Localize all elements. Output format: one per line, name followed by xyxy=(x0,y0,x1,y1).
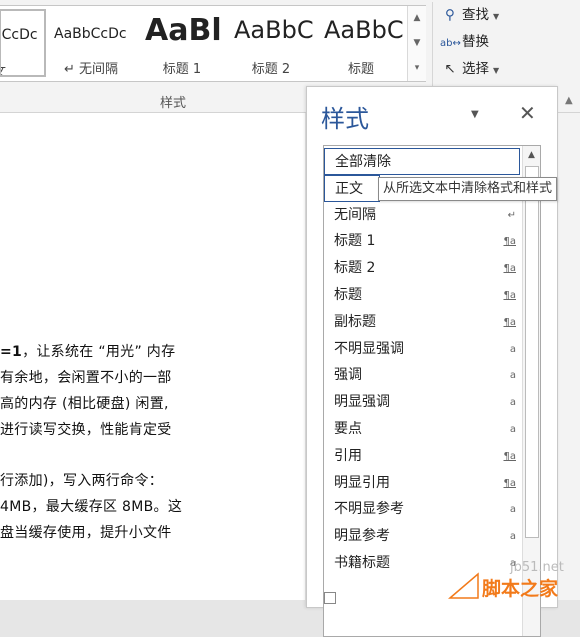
style-list: 全部清除正文无间隔 ↵ 标题 1 ¶a 标题 2 ¶a 标题 ¶a 副标题 ¶a 不明显强调 a 强调 a… xyxy=(323,145,541,637)
style-item-label: 标题 2 xyxy=(334,260,376,277)
style-item-label: 全部清除 xyxy=(335,154,391,170)
document-page[interactable]: =1，让系统在 “用光” 内存 有余地，会闲置不小的一部 高的内存 (相比硬盘)… xyxy=(0,113,305,600)
style-list-item[interactable]: 标题 1 ¶a xyxy=(324,228,520,255)
gallery-up-icon[interactable]: ▲ xyxy=(408,6,426,31)
style-gallery: AaBbCcDc 正文 AaBbCcDc ↵ 无间隔 AaBl 标题 1 AaB… xyxy=(0,5,426,82)
style-item-label: 不明显参考 xyxy=(334,501,404,518)
document-line: 有余地，会闲置不小的一部 xyxy=(0,370,172,386)
gallery-down-icon[interactable]: ▼ xyxy=(408,31,426,56)
document-line: 高的内存 (相比硬盘) 闲置, xyxy=(0,396,169,412)
chevron-down-icon: ▼ xyxy=(493,66,500,75)
style-type-icon: a xyxy=(509,424,516,435)
styles-group-label: 样式 xyxy=(160,96,187,111)
app-scrollbar[interactable] xyxy=(557,113,580,600)
style-type-icon: a xyxy=(509,397,516,409)
style-type-icon: ↵ xyxy=(507,209,516,221)
style-item-label: 无间隔 xyxy=(334,206,376,223)
style-list-item[interactable]: 无间隔 ↵ xyxy=(324,202,520,229)
gallery-style-heading-2[interactable]: AaBbC 标题 2 xyxy=(228,8,314,78)
style-name: 标题 2 xyxy=(251,62,291,77)
style-sample: AaBbCcDc xyxy=(1,27,38,43)
document-line: 进行读写交换，性能肯定受 xyxy=(0,422,172,438)
style-type-icon: ¶a xyxy=(503,263,517,275)
styles-pane: 样式 ▼ ✕ 全部清除正文无间隔 ↵ 标题 1 ¶a 标题 2 ¶a 标题 ¶a 副标题 ¶a 不明… xyxy=(306,86,558,637)
style-sample: AaBl xyxy=(145,13,222,48)
style-list-item[interactable]: 不明显参考 a xyxy=(324,496,520,523)
style-type-icon: ¶a xyxy=(503,236,517,248)
style-type-icon: a xyxy=(509,531,516,543)
watermark-text: 脚本之家 xyxy=(482,578,559,600)
style-list-item[interactable]: 明显参考 a xyxy=(324,523,520,550)
gallery-more-icon[interactable]: ▾ xyxy=(408,56,426,81)
style-item-label: 明显强调 xyxy=(334,394,390,411)
document-line: =1，让系统在 “用光” 内存 xyxy=(0,341,175,361)
style-sample: AaBbC xyxy=(234,16,314,44)
pane-title: 样式 xyxy=(321,105,369,133)
document-line: 盘当缓存使用，提升小文件 xyxy=(0,525,172,541)
chevron-down-icon: ▼ xyxy=(493,12,500,21)
cursor-icon: ↖ xyxy=(444,61,456,77)
style-list-item[interactable]: 要点 a xyxy=(324,416,520,443)
document-line: 4MB，最大缓存区 8MB。这 xyxy=(0,499,183,515)
style-item-label: 明显参考 xyxy=(334,528,390,545)
style-list-item[interactable]: 标题 ¶a xyxy=(324,282,520,309)
gallery-scrollbar: ▲ ▼ ▾ xyxy=(407,6,426,81)
gallery-style-title[interactable]: AaBbC 标题 xyxy=(318,8,404,78)
pane-options-icon[interactable]: ▼ xyxy=(471,109,479,120)
close-icon[interactable]: ✕ xyxy=(519,101,536,125)
style-item-label: 强调 xyxy=(334,367,362,384)
collapse-ribbon-icon[interactable]: ▲ xyxy=(565,95,573,106)
style-list-item[interactable]: 明显引用 ¶a xyxy=(324,470,520,497)
gallery-style-no-spacing[interactable]: AaBbCcDc ↵ 无间隔 xyxy=(48,8,134,78)
style-sample: AaBbC xyxy=(324,16,404,44)
scroll-thumb[interactable] xyxy=(525,166,539,538)
show-preview-checkbox[interactable] xyxy=(324,592,336,604)
style-name: 标题 xyxy=(347,62,374,77)
style-list-item[interactable]: 正文 xyxy=(324,174,380,202)
style-type-icon: ¶a xyxy=(503,477,517,489)
style-item-label: 要点 xyxy=(334,421,362,437)
style-list-item[interactable]: 全部清除 xyxy=(324,148,520,175)
style-list-item[interactable]: 明显强调 a xyxy=(324,389,520,416)
style-name: 正文 xyxy=(1,61,6,75)
scroll-up-icon[interactable]: ▲ xyxy=(523,146,540,164)
replace-icon: ab↔ xyxy=(440,38,461,49)
find-button[interactable]: ⚲ 查找 ▼ xyxy=(440,4,499,26)
replace-label: 替换 xyxy=(462,34,489,50)
style-item-label: 标题 xyxy=(334,287,362,303)
style-name: 标题 1 xyxy=(162,62,202,77)
style-item-label: 副标题 xyxy=(334,313,376,330)
tooltip: 从所选文本中清除格式和样式 xyxy=(378,177,558,201)
style-item-label: 引用 xyxy=(334,447,362,464)
style-list-item[interactable]: 引用 ¶a xyxy=(324,443,520,470)
select-label: 选择 xyxy=(462,61,489,77)
bold-prefix: =1 xyxy=(0,344,23,360)
gallery-style-heading-1[interactable]: AaBl 标题 1 xyxy=(139,8,225,78)
style-list-item[interactable]: 副标题 ¶a xyxy=(324,309,520,336)
style-type-icon: a xyxy=(509,504,516,516)
style-item-label: 正文 xyxy=(335,180,363,197)
line-rest: ，让系统在 “用光” 内存 xyxy=(22,344,176,360)
search-icon: ⚲ xyxy=(445,7,455,23)
style-list-item[interactable]: 不明显强调 a xyxy=(324,336,520,363)
style-name: ↵ 无间隔 xyxy=(63,62,119,77)
document-line: 行添加)，写入两行命令： xyxy=(0,473,164,489)
style-item-label: 标题 1 xyxy=(334,233,376,250)
style-type-icon: ¶a xyxy=(503,316,517,328)
style-item-label: 明显引用 xyxy=(334,474,390,491)
replace-button[interactable]: ab↔替换 xyxy=(440,31,489,53)
style-item-label: 不明显强调 xyxy=(334,340,404,357)
find-label: 查找 xyxy=(462,7,489,23)
style-type-icon: ¶a xyxy=(503,290,517,301)
style-type-icon: ¶a xyxy=(503,450,517,462)
select-button[interactable]: ↖ 选择 ▼ xyxy=(440,58,499,80)
style-sample: AaBbCcDc xyxy=(54,26,127,42)
style-list-item[interactable]: 强调 a xyxy=(324,362,520,389)
style-item-label: 书籍标题 xyxy=(334,555,390,571)
style-list-item[interactable]: 标题 2 ¶a xyxy=(324,255,520,282)
style-type-icon: a xyxy=(509,343,516,355)
gallery-style-normal[interactable]: AaBbCcDc 正文 xyxy=(0,9,46,77)
style-type-icon: a xyxy=(509,370,516,382)
